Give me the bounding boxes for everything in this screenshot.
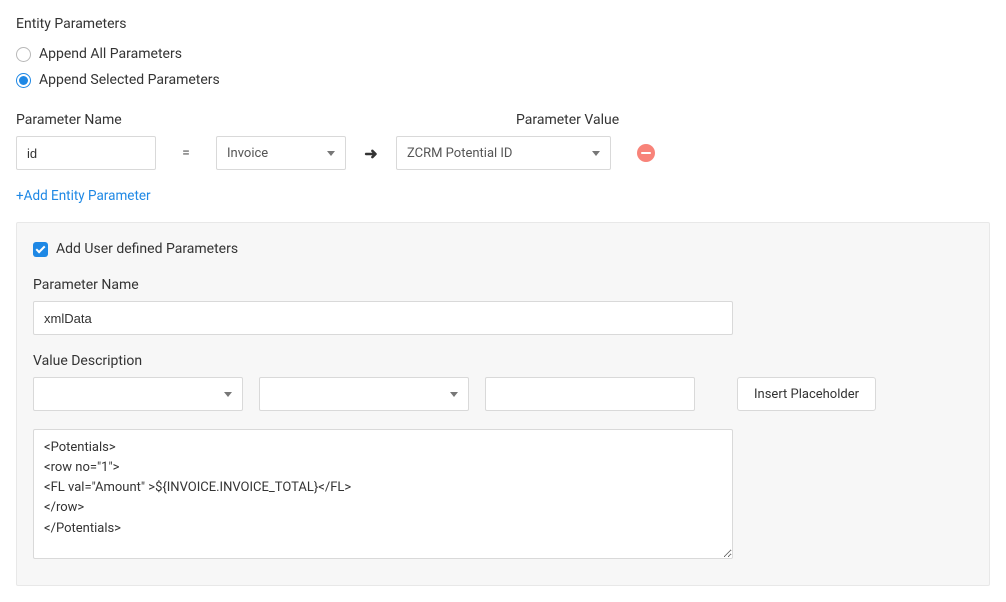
append-all-label[interactable]: Append All Parameters — [39, 46, 182, 62]
parameter-value-select-value: ZCRM Potential ID — [407, 146, 512, 161]
entity-type-select[interactable]: Invoice — [216, 136, 346, 170]
parameter-name-input[interactable] — [16, 136, 156, 170]
user-param-name-input[interactable] — [33, 301, 733, 335]
insert-placeholder-button[interactable]: Insert Placeholder — [737, 377, 876, 411]
chevron-down-icon — [327, 151, 335, 156]
append-all-radio[interactable] — [16, 47, 31, 62]
add-user-defined-checkbox[interactable] — [33, 242, 48, 257]
entity-type-select-value: Invoice — [227, 146, 268, 161]
append-selected-label[interactable]: Append Selected Parameters — [39, 72, 220, 88]
arrow-right-icon: ➜ — [356, 144, 386, 163]
parameter-name-column-label: Parameter Name — [16, 112, 516, 128]
append-mode-radio-group: Append All Parameters Append Selected Pa… — [16, 46, 990, 88]
append-selected-radio[interactable] — [16, 73, 31, 88]
user-param-name-label: Parameter Name — [33, 277, 973, 293]
add-entity-parameter-link[interactable]: +Add Entity Parameter — [16, 188, 151, 204]
value-desc-select-2[interactable] — [259, 377, 469, 411]
chevron-down-icon — [450, 392, 458, 397]
entity-parameter-row: = Invoice ➜ ZCRM Potential ID — [16, 136, 990, 170]
user-defined-parameters-panel: Add User defined Parameters Parameter Na… — [16, 222, 990, 586]
parameter-value-column-label: Parameter Value — [516, 112, 619, 128]
value-description-textarea[interactable] — [33, 429, 733, 559]
add-user-defined-label[interactable]: Add User defined Parameters — [56, 241, 238, 257]
value-desc-text-input[interactable] — [485, 377, 695, 411]
chevron-down-icon — [224, 392, 232, 397]
value-desc-select-1[interactable] — [33, 377, 243, 411]
entity-parameters-heading: Entity Parameters — [16, 16, 990, 32]
equals-sign: = — [166, 145, 206, 161]
chevron-down-icon — [592, 151, 600, 156]
value-description-label: Value Description — [33, 353, 973, 369]
remove-row-icon[interactable] — [637, 144, 655, 162]
parameter-value-select[interactable]: ZCRM Potential ID — [396, 136, 611, 170]
